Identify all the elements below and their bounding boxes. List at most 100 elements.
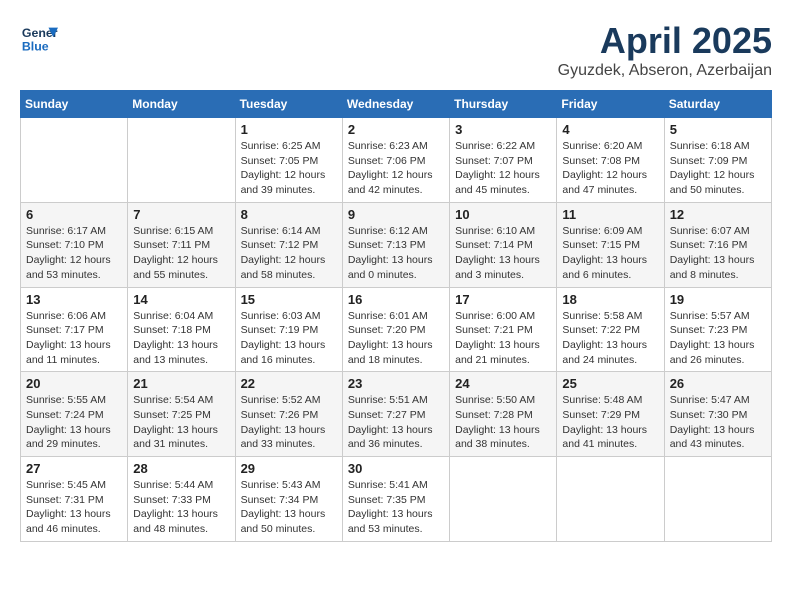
day-info: Sunset: 7:31 PM [26, 493, 122, 508]
day-info: Daylight: 13 hours and 3 minutes. [455, 253, 551, 282]
day-number: 28 [133, 461, 229, 476]
day-info: Sunset: 7:34 PM [241, 493, 337, 508]
col-header-wednesday: Wednesday [342, 91, 449, 118]
day-number: 22 [241, 376, 337, 391]
day-info: Daylight: 12 hours and 45 minutes. [455, 168, 551, 197]
day-info: Sunrise: 5:43 AM [241, 478, 337, 493]
col-header-tuesday: Tuesday [235, 91, 342, 118]
col-header-sunday: Sunday [21, 91, 128, 118]
day-info: Daylight: 12 hours and 47 minutes. [562, 168, 658, 197]
calendar-cell: 28Sunrise: 5:44 AMSunset: 7:33 PMDayligh… [128, 457, 235, 542]
day-info: Daylight: 13 hours and 13 minutes. [133, 338, 229, 367]
day-number: 11 [562, 207, 658, 222]
day-info: Daylight: 12 hours and 58 minutes. [241, 253, 337, 282]
calendar-cell: 21Sunrise: 5:54 AMSunset: 7:25 PMDayligh… [128, 372, 235, 457]
day-info: Sunrise: 6:10 AM [455, 224, 551, 239]
calendar-cell: 11Sunrise: 6:09 AMSunset: 7:15 PMDayligh… [557, 202, 664, 287]
day-info: Sunset: 7:29 PM [562, 408, 658, 423]
svg-text:Blue: Blue [22, 39, 49, 53]
day-info: Sunrise: 6:00 AM [455, 309, 551, 324]
calendar-cell: 13Sunrise: 6:06 AMSunset: 7:17 PMDayligh… [21, 287, 128, 372]
calendar-cell: 26Sunrise: 5:47 AMSunset: 7:30 PMDayligh… [664, 372, 771, 457]
calendar-cell: 27Sunrise: 5:45 AMSunset: 7:31 PMDayligh… [21, 457, 128, 542]
calendar-cell: 18Sunrise: 5:58 AMSunset: 7:22 PMDayligh… [557, 287, 664, 372]
day-info: Daylight: 13 hours and 18 minutes. [348, 338, 444, 367]
day-number: 12 [670, 207, 766, 222]
logo-icon: General Blue [20, 20, 58, 63]
day-info: Sunset: 7:12 PM [241, 238, 337, 253]
day-info: Sunrise: 5:41 AM [348, 478, 444, 493]
day-number: 15 [241, 292, 337, 307]
day-info: Sunrise: 5:54 AM [133, 393, 229, 408]
day-info: Sunrise: 6:20 AM [562, 139, 658, 154]
day-info: Sunset: 7:26 PM [241, 408, 337, 423]
day-info: Sunset: 7:11 PM [133, 238, 229, 253]
day-info: Sunrise: 6:04 AM [133, 309, 229, 324]
day-info: Daylight: 12 hours and 39 minutes. [241, 168, 337, 197]
day-info: Sunset: 7:15 PM [562, 238, 658, 253]
day-info: Daylight: 13 hours and 8 minutes. [670, 253, 766, 282]
calendar-cell: 4 Sunrise: 6:20 AMSunset: 7:08 PMDaylight… [557, 118, 664, 203]
day-info: Daylight: 13 hours and 21 minutes. [455, 338, 551, 367]
day-info: Daylight: 13 hours and 6 minutes. [562, 253, 658, 282]
day-info: Sunrise: 5:51 AM [348, 393, 444, 408]
day-info: Sunrise: 6:06 AM [26, 309, 122, 324]
calendar-cell: 29Sunrise: 5:43 AMSunset: 7:34 PMDayligh… [235, 457, 342, 542]
day-info: Sunset: 7:33 PM [133, 493, 229, 508]
col-header-monday: Monday [128, 91, 235, 118]
col-header-saturday: Saturday [664, 91, 771, 118]
day-info: Sunset: 7:28 PM [455, 408, 551, 423]
day-number: 21 [133, 376, 229, 391]
day-number: 4 [562, 122, 658, 137]
day-info: Sunrise: 6:23 AM [348, 139, 444, 154]
day-info: Sunset: 7:14 PM [455, 238, 551, 253]
day-info: Daylight: 13 hours and 43 minutes. [670, 423, 766, 452]
day-info: Daylight: 13 hours and 11 minutes. [26, 338, 122, 367]
calendar-cell: 3Sunrise: 6:22 AMSunset: 7:07 PMDaylight… [450, 118, 557, 203]
day-info: Sunset: 7:27 PM [348, 408, 444, 423]
day-number: 1 [241, 122, 337, 137]
calendar-cell [21, 118, 128, 203]
calendar-cell: 25Sunrise: 5:48 AMSunset: 7:29 PMDayligh… [557, 372, 664, 457]
header: General Blue April 2025 Gyuzdek, Abseron… [20, 20, 772, 80]
day-info: Sunset: 7:17 PM [26, 323, 122, 338]
day-info: Sunset: 7:21 PM [455, 323, 551, 338]
day-info: Sunrise: 6:25 AM [241, 139, 337, 154]
week-row-4: 20Sunrise: 5:55 AMSunset: 7:24 PMDayligh… [21, 372, 772, 457]
day-info: Sunset: 7:35 PM [348, 493, 444, 508]
day-info: Daylight: 13 hours and 24 minutes. [562, 338, 658, 367]
day-info: Sunrise: 5:57 AM [670, 309, 766, 324]
day-info: Sunrise: 6:18 AM [670, 139, 766, 154]
calendar-cell: 16Sunrise: 6:01 AMSunset: 7:20 PMDayligh… [342, 287, 449, 372]
day-info: Daylight: 13 hours and 31 minutes. [133, 423, 229, 452]
calendar-cell: 24Sunrise: 5:50 AMSunset: 7:28 PMDayligh… [450, 372, 557, 457]
day-info: Sunset: 7:23 PM [670, 323, 766, 338]
calendar-cell: 6Sunrise: 6:17 AMSunset: 7:10 PMDaylight… [21, 202, 128, 287]
calendar-cell [664, 457, 771, 542]
day-info: Sunrise: 6:15 AM [133, 224, 229, 239]
day-info: Daylight: 13 hours and 29 minutes. [26, 423, 122, 452]
day-info: Sunset: 7:18 PM [133, 323, 229, 338]
calendar-cell: 7Sunrise: 6:15 AMSunset: 7:11 PMDaylight… [128, 202, 235, 287]
calendar-cell: 23Sunrise: 5:51 AMSunset: 7:27 PMDayligh… [342, 372, 449, 457]
day-number: 29 [241, 461, 337, 476]
day-number: 14 [133, 292, 229, 307]
col-header-thursday: Thursday [450, 91, 557, 118]
day-number: 27 [26, 461, 122, 476]
day-info: Sunrise: 6:12 AM [348, 224, 444, 239]
day-number: 5 [670, 122, 766, 137]
calendar-cell: 19Sunrise: 5:57 AMSunset: 7:23 PMDayligh… [664, 287, 771, 372]
day-number: 10 [455, 207, 551, 222]
day-number: 7 [133, 207, 229, 222]
day-info: Sunrise: 5:58 AM [562, 309, 658, 324]
day-info: Sunset: 7:08 PM [562, 154, 658, 169]
day-number: 17 [455, 292, 551, 307]
day-info: Sunrise: 5:44 AM [133, 478, 229, 493]
calendar-cell [128, 118, 235, 203]
day-info: Sunset: 7:19 PM [241, 323, 337, 338]
day-number: 26 [670, 376, 766, 391]
day-info: Sunset: 7:30 PM [670, 408, 766, 423]
calendar-title: April 2025 [558, 20, 772, 62]
day-info: Daylight: 13 hours and 46 minutes. [26, 507, 122, 536]
calendar-cell: 17 Sunrise: 6:00 AMSunset: 7:21 PMDayligh… [450, 287, 557, 372]
